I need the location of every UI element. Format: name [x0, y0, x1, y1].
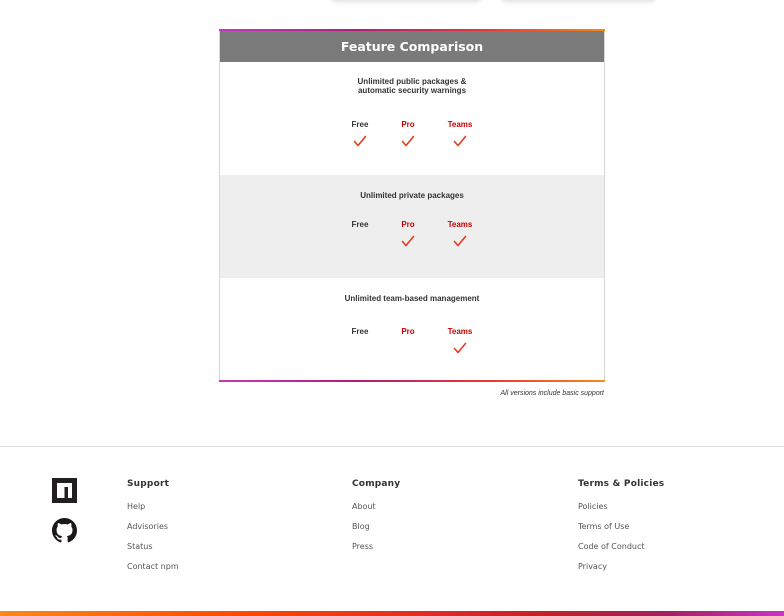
- check-icon: [453, 235, 467, 247]
- footer-link-status[interactable]: Status: [127, 542, 179, 562]
- footer-heading: Support: [127, 479, 170, 489]
- footer-link-terms[interactable]: Terms of Use: [578, 522, 664, 542]
- feature-title: Unlimited team-based management: [344, 294, 480, 303]
- feature-row: Unlimited private packages Free Pro Team…: [220, 175, 604, 278]
- check-icon: [453, 135, 467, 147]
- check-icon: [401, 135, 415, 147]
- brand-gradient-bar: [0, 611, 784, 616]
- footer-divider: [0, 446, 784, 447]
- plan-teams: Teams: [440, 220, 480, 247]
- plan-label: Pro: [401, 327, 415, 336]
- plan-pro: Pro: [388, 327, 428, 337]
- footer-link-press[interactable]: Press: [352, 542, 400, 562]
- plan-label: Pro: [401, 220, 415, 229]
- plan-label: Teams: [447, 120, 473, 129]
- page: Feature Comparison Unlimited public pack…: [0, 0, 784, 616]
- feature-title: Unlimited public packages & automatic se…: [357, 77, 467, 95]
- footer-link-help[interactable]: Help: [127, 502, 179, 522]
- plan-free: Free: [340, 220, 380, 230]
- feature-title: Unlimited private packages: [360, 191, 464, 200]
- plan-free: Free: [340, 120, 380, 147]
- feature-row: Unlimited team-based management Free Pro…: [220, 278, 604, 382]
- plan-label: Pro: [401, 120, 415, 129]
- feature-comparison-table: Feature Comparison Unlimited public pack…: [219, 29, 605, 382]
- footer-link-contact[interactable]: Contact npm: [127, 562, 179, 582]
- plan-free: Free: [340, 327, 380, 337]
- check-icon: [401, 235, 415, 247]
- footer-link-about[interactable]: About: [352, 502, 400, 522]
- plan-teams: Teams: [440, 120, 480, 147]
- plan-label: Teams: [447, 220, 473, 229]
- plan-pro: Pro: [388, 220, 428, 247]
- footer-column-terms: Terms & Policies Policies Terms of Use C…: [578, 479, 664, 582]
- check-icon: [453, 342, 467, 354]
- plan-label: Free: [351, 327, 369, 336]
- comparison-title: Feature Comparison: [220, 31, 604, 62]
- plan-pro: Pro: [388, 120, 428, 147]
- footer-link-policies[interactable]: Policies: [578, 502, 664, 522]
- footer-link-conduct[interactable]: Code of Conduct: [578, 542, 664, 562]
- plan-label: Free: [351, 220, 369, 229]
- plan-label: Teams: [447, 327, 473, 336]
- github-icon[interactable]: [52, 518, 77, 543]
- footer-heading: Terms & Policies: [578, 479, 665, 489]
- check-icon: [353, 135, 367, 147]
- footer-link-privacy[interactable]: Privacy: [578, 562, 664, 582]
- plan-teams: Teams: [440, 327, 480, 354]
- footer-column-support: Support Help Advisories Status Contact n…: [127, 479, 179, 582]
- feature-row: Unlimited public packages & automatic se…: [220, 62, 604, 175]
- footer-link-advisories[interactable]: Advisories: [127, 522, 179, 542]
- plan-label: Free: [351, 120, 369, 129]
- footer-column-company: Company About Blog Press: [352, 479, 400, 562]
- footer-link-blog[interactable]: Blog: [352, 522, 400, 542]
- footer-heading: Company: [352, 479, 401, 489]
- npm-logo-icon[interactable]: [52, 478, 77, 503]
- support-footnote: All versions include basic support: [500, 390, 605, 397]
